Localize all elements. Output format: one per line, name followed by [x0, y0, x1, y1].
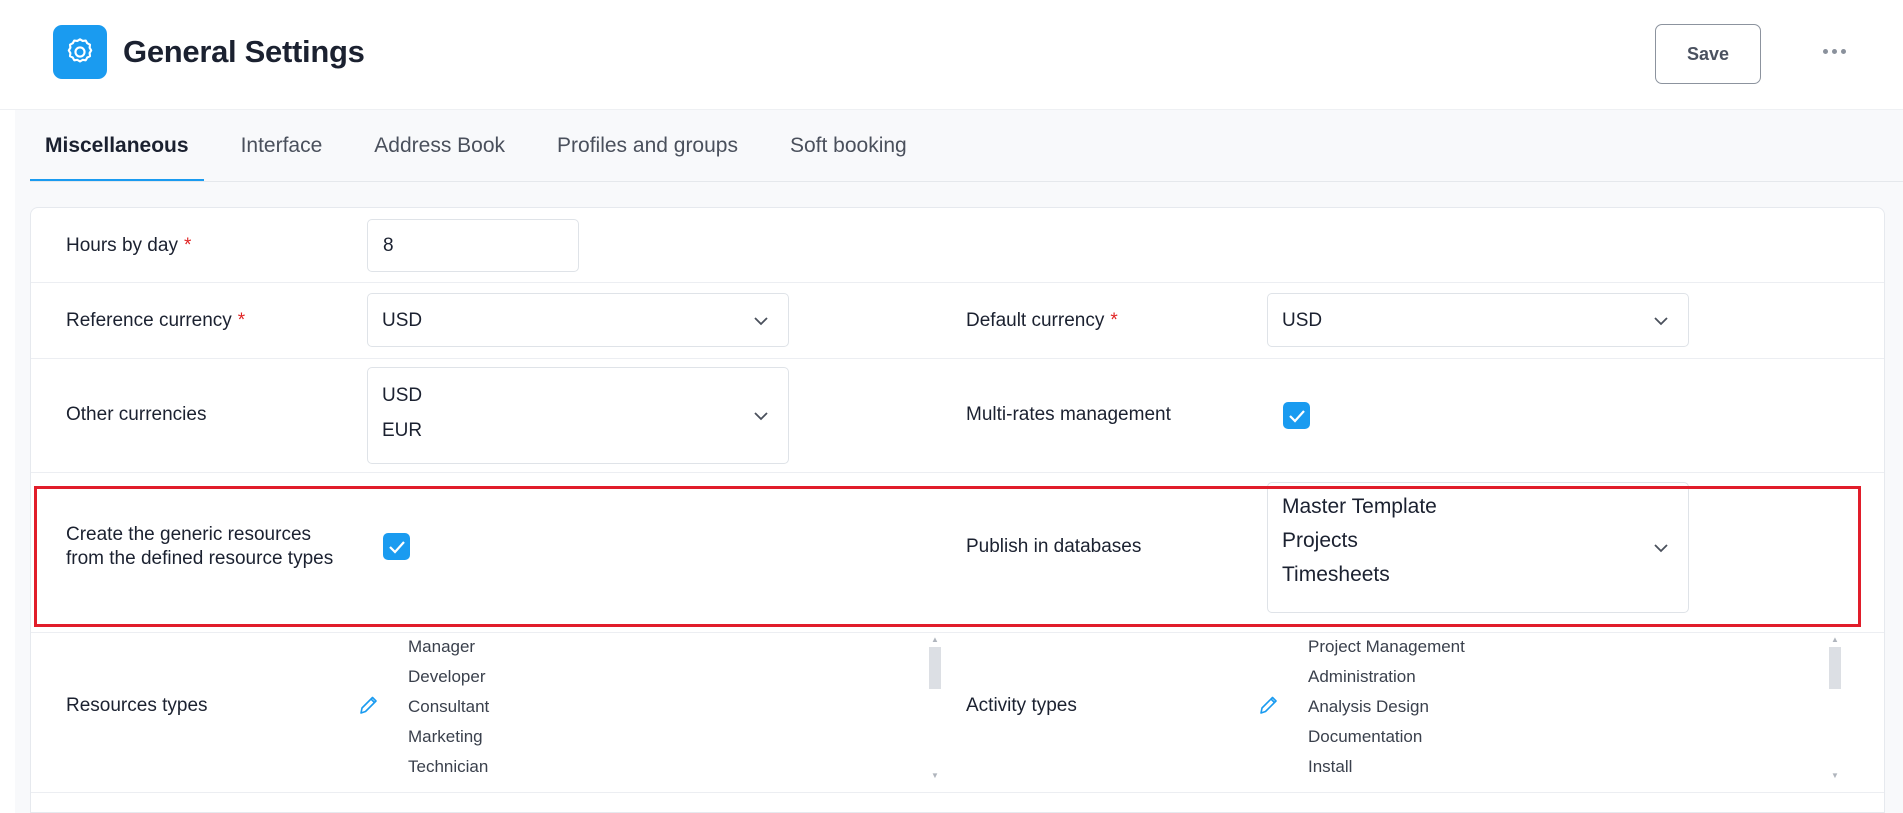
multi-rates-label: Multi-rates management [966, 404, 1171, 425]
row-divider [31, 282, 1884, 283]
row-divider [31, 358, 1884, 359]
tab-interface[interactable]: Interface [226, 110, 338, 182]
list-item[interactable]: Marketing [408, 722, 489, 752]
default-currency-select[interactable]: USD [1267, 293, 1689, 347]
chevron-down-icon [1654, 544, 1668, 553]
activity-types-label: Activity types [966, 695, 1077, 716]
activity-types-list[interactable]: Project Management Administration Analys… [1308, 632, 1465, 782]
tabs-divider [30, 181, 1903, 182]
row-divider [31, 472, 1884, 473]
row-divider [31, 632, 1884, 633]
other-currencies-select[interactable]: USD EUR [367, 367, 789, 464]
hours-by-day-label: Hours by day * [66, 235, 192, 256]
resource-types-label: Resources types [66, 695, 208, 716]
list-item[interactable]: Analysis Design [1308, 692, 1465, 722]
currency-option: EUR [382, 420, 423, 441]
tab-profiles-and-groups[interactable]: Profiles and groups [542, 110, 753, 182]
database-option: Master Template [1282, 495, 1437, 518]
list-item[interactable]: Install [1308, 752, 1465, 782]
row-divider [31, 792, 1884, 793]
chevron-down-icon [754, 317, 768, 326]
publish-databases-select[interactable]: Master Template Projects Timesheets [1267, 482, 1689, 613]
generic-resources-label: Create the generic resources from the de… [66, 524, 334, 569]
publish-databases-values: Master Template Projects Timesheets [1282, 490, 1437, 592]
list-item[interactable]: Administration [1308, 662, 1465, 692]
list-item[interactable]: Manager [408, 632, 489, 662]
database-option: Timesheets [1282, 563, 1390, 586]
other-currencies-values: USD EUR [382, 378, 422, 448]
list-item[interactable]: Technician [408, 752, 489, 782]
activity-types-scrollbar[interactable]: ▲ ▼ [1829, 636, 1841, 780]
currency-option: USD [382, 385, 423, 406]
edit-pencil-icon[interactable] [357, 693, 381, 717]
chevron-down-icon [754, 412, 768, 421]
chevron-down-icon [1654, 317, 1668, 326]
more-options-icon[interactable] [1816, 38, 1852, 64]
publish-databases-label: Publish in databases [966, 536, 1142, 557]
tab-soft-booking[interactable]: Soft booking [775, 110, 922, 182]
multi-rates-checkbox[interactable] [1283, 402, 1310, 429]
gear-icon [53, 25, 107, 79]
page-title: General Settings [123, 34, 365, 69]
default-currency-value: USD [1282, 310, 1323, 331]
checkmark-icon [388, 540, 405, 554]
edit-pencil-icon[interactable] [1257, 693, 1281, 717]
resource-types-scrollbar[interactable]: ▲ ▼ [929, 636, 941, 780]
tab-address-book[interactable]: Address Book [359, 110, 520, 182]
other-currencies-label: Other currencies [66, 404, 207, 425]
list-item[interactable]: Documentation [1308, 722, 1465, 752]
save-button[interactable]: Save [1655, 24, 1761, 84]
checkmark-icon [1288, 409, 1305, 423]
database-option: Projects [1282, 529, 1358, 552]
reference-currency-label: Reference currency * [66, 310, 246, 331]
page-header: General Settings Save [0, 0, 1903, 110]
list-item[interactable]: Consultant [408, 692, 489, 722]
list-item[interactable]: Project Management [1308, 632, 1465, 662]
reference-currency-value: USD [382, 310, 423, 331]
generic-resources-checkbox[interactable] [383, 533, 410, 560]
resource-types-list[interactable]: Manager Developer Consultant Marketing T… [408, 632, 489, 782]
tab-bar: Miscellaneous Interface Address Book Pro… [30, 110, 944, 182]
hours-by-day-input[interactable] [367, 219, 579, 272]
default-currency-label: Default currency * [966, 310, 1118, 331]
reference-currency-select[interactable]: USD [367, 293, 789, 347]
list-item[interactable]: Developer [408, 662, 489, 692]
tab-miscellaneous[interactable]: Miscellaneous [30, 110, 204, 182]
